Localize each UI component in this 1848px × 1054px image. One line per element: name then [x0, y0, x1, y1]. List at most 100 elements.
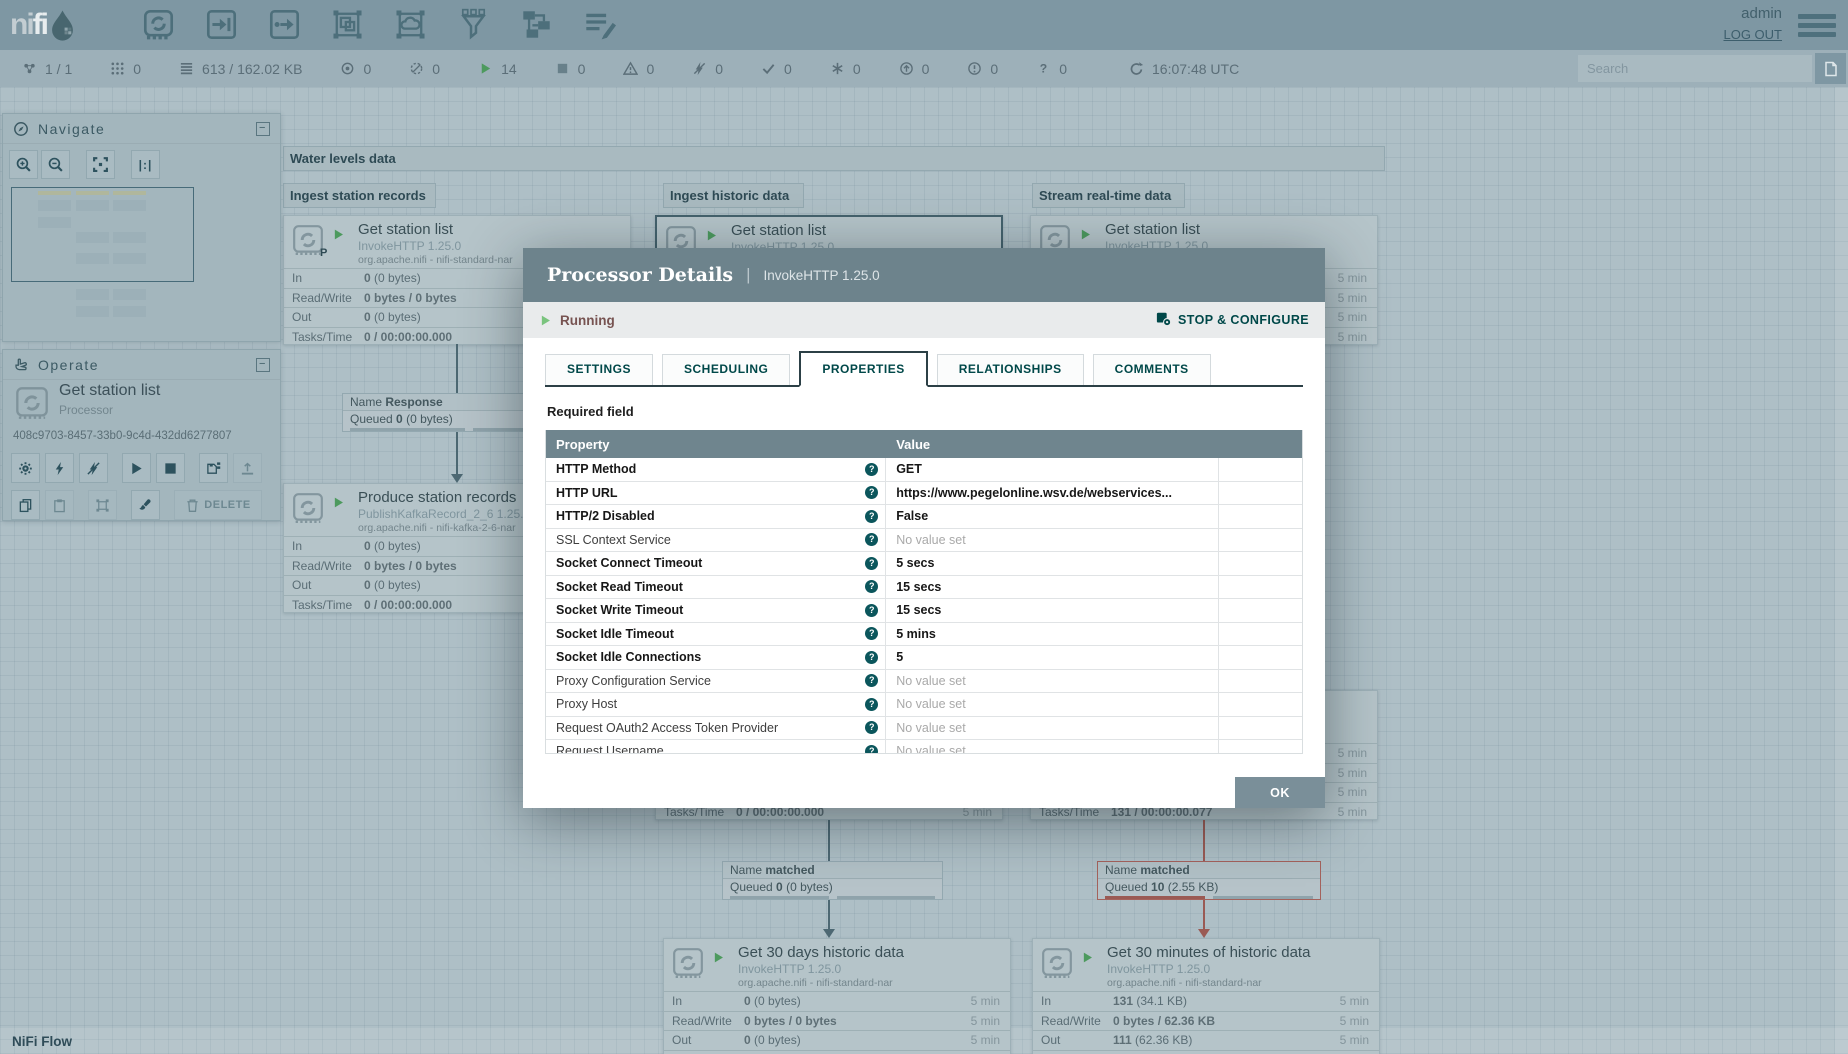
minimap-block — [76, 306, 109, 317]
dialog-tabs: SETTINGS SCHEDULING PROPERTIES RELATIONSHIP… — [545, 351, 1303, 387]
tab-settings[interactable]: SETTINGS — [545, 354, 654, 385]
zoom-out-button[interactable] — [41, 150, 70, 179]
property-name: Socket Idle Timeout? — [546, 622, 887, 645]
processor-get-30-days-historic-data[interactable]: Get 30 days historic data InvokeHTTP 1.25… — [663, 938, 1011, 1054]
navigate-collapse-button[interactable]: − — [256, 121, 270, 136]
property-value: No value set — [886, 528, 1219, 551]
drag-output-port[interactable] — [268, 8, 302, 42]
tab-scheduling[interactable]: SCHEDULING — [662, 354, 791, 385]
bulletin-board-button[interactable] — [1815, 53, 1846, 84]
connection-arrowhead — [451, 474, 463, 483]
canvas-label-water-levels-data[interactable]: Water levels data — [283, 146, 1385, 171]
stop-configure-icon — [1156, 311, 1172, 330]
drag-label[interactable] — [583, 8, 617, 42]
drag-remote-process-group[interactable] — [394, 8, 428, 42]
status-invalid-count: 0 — [646, 60, 655, 77]
help-icon[interactable]: ? — [865, 697, 879, 711]
start-button[interactable] — [122, 453, 151, 483]
delete-label: DELETE — [204, 499, 251, 511]
tab-comments[interactable]: COMMENTS — [1092, 354, 1211, 385]
copy-button[interactable] — [11, 490, 40, 520]
processor-get-30-minutes-of-historic-data[interactable]: Get 30 minutes of historic data InvokeHTT… — [1032, 938, 1380, 1054]
help-icon[interactable]: ? — [865, 486, 879, 500]
drag-input-port[interactable] — [205, 8, 239, 42]
help-icon[interactable]: ? — [865, 533, 879, 547]
canvas-label-ingest-historic-data[interactable]: Ingest historic data — [663, 183, 804, 208]
drag-template[interactable] — [520, 8, 554, 42]
stat-row-in: In0 (0 bytes)5 min — [664, 991, 1010, 1011]
canvas-label-ingest-station-records[interactable]: Ingest station records — [283, 183, 436, 208]
queue-percent-bars — [723, 895, 942, 899]
ok-button[interactable]: OK — [1235, 777, 1325, 808]
stat-row-out: Out111 (62.36 KB)5 min — [1033, 1030, 1379, 1050]
actual-size-button[interactable]: |:| — [131, 150, 160, 179]
enable-button[interactable] — [45, 453, 74, 483]
stop-and-configure-button[interactable]: STOP & CONFIGURE — [1156, 311, 1309, 330]
status-not-transmitting: 0 — [409, 61, 440, 77]
property-row-ssl-context-service: SSL Context Service? No value set — [546, 528, 1302, 552]
logout-link[interactable]: LOG OUT — [1723, 26, 1782, 44]
help-icon[interactable]: ? — [865, 462, 879, 476]
row-spacer — [1219, 599, 1302, 622]
help-icon[interactable]: ? — [865, 744, 879, 753]
queued-icon — [179, 61, 194, 76]
help-icon[interactable]: ? — [865, 674, 879, 688]
processor-icon — [292, 492, 324, 524]
status-sync-failure-count: 0 — [1059, 60, 1068, 77]
help-icon[interactable]: ? — [865, 556, 879, 570]
brush-icon — [138, 498, 153, 513]
property-row-http-2-disabled: HTTP/2 Disabled? False — [546, 505, 1302, 529]
configure-button[interactable] — [11, 453, 40, 483]
property-name: SSL Context Service? — [546, 528, 887, 551]
flow-definition-button[interactable] — [199, 453, 228, 483]
delete-button: DELETE — [174, 490, 262, 520]
canvas-label-stream-real-time-data[interactable]: Stream real-time data — [1032, 183, 1185, 208]
help-icon[interactable]: ? — [865, 603, 879, 617]
search-input[interactable] — [1578, 55, 1812, 82]
last-refresh[interactable]: 16:07:48 UTC — [1129, 61, 1239, 77]
bolt-slash-icon — [86, 461, 101, 476]
locally-modified-icon — [830, 61, 845, 76]
row-spacer — [1219, 693, 1302, 716]
properties-table: Property Value HTTP Method? GET HTTP URL? h… — [545, 430, 1303, 754]
help-icon[interactable]: ? — [865, 721, 879, 735]
selected-component-type: Processor — [59, 403, 114, 417]
breadcrumb[interactable]: NiFi Flow — [12, 1034, 72, 1049]
zoom-in-button[interactable] — [9, 150, 38, 179]
property-name: Socket Read Timeout? — [546, 575, 887, 598]
help-icon[interactable]: ? — [865, 650, 879, 664]
tab-relationships[interactable]: RELATIONSHIPS — [936, 354, 1084, 385]
property-name: HTTP URL? — [546, 481, 887, 504]
status-running-count: 14 — [501, 60, 517, 77]
property-value: No value set — [886, 693, 1219, 716]
drag-processor[interactable] — [142, 8, 176, 42]
status-queued: 613 / 162.02 KB — [179, 61, 302, 77]
disable-button[interactable] — [79, 453, 108, 483]
dialog-status-row: Running STOP & CONFIGURE — [523, 302, 1325, 338]
help-icon[interactable]: ? — [865, 509, 879, 523]
status-active-threads-count: 0 — [133, 60, 142, 77]
zoom-fit-button[interactable] — [86, 150, 115, 179]
minimap-block — [76, 200, 109, 211]
global-menu-button[interactable] — [1798, 10, 1836, 41]
help-icon[interactable]: ? — [865, 627, 879, 641]
refresh-icon[interactable] — [1129, 61, 1144, 76]
property-value: https://www.pegelonline.wsv.de/webservic… — [886, 481, 1219, 504]
help-icon[interactable]: ? — [865, 580, 879, 594]
drag-funnel[interactable] — [457, 8, 491, 42]
connection-matched[interactable]: Name matched Queued 0 (0 bytes) — [722, 861, 943, 900]
drag-process-group[interactable] — [331, 8, 365, 42]
tab-properties[interactable]: PROPERTIES — [799, 351, 928, 387]
status-disabled: 0 — [692, 61, 723, 77]
dialog-header: Processor Details | InvokeHTTP 1.25.0 — [523, 248, 1325, 302]
stat-row-read-write: Read/Write0 bytes / 62.36 KB5 min — [1033, 1010, 1379, 1031]
change-color-button[interactable] — [131, 490, 160, 520]
paste-icon — [52, 498, 67, 513]
statusbar-items: 1 / 1 0 613 / 162.02 KB 0 0 14 0 0 0 0 0 0 0? 0 16:07:… — [0, 61, 1239, 77]
required-field-label: Required field — [547, 404, 634, 419]
birdseye-minimap[interactable] — [3, 180, 280, 341]
status-locally-modified-stale: 0 — [967, 61, 998, 77]
stop-button[interactable] — [156, 453, 185, 483]
connection-matched[interactable]: Name matched Queued 10 (2.55 KB) — [1097, 861, 1321, 900]
operate-collapse-button[interactable]: − — [256, 357, 270, 372]
